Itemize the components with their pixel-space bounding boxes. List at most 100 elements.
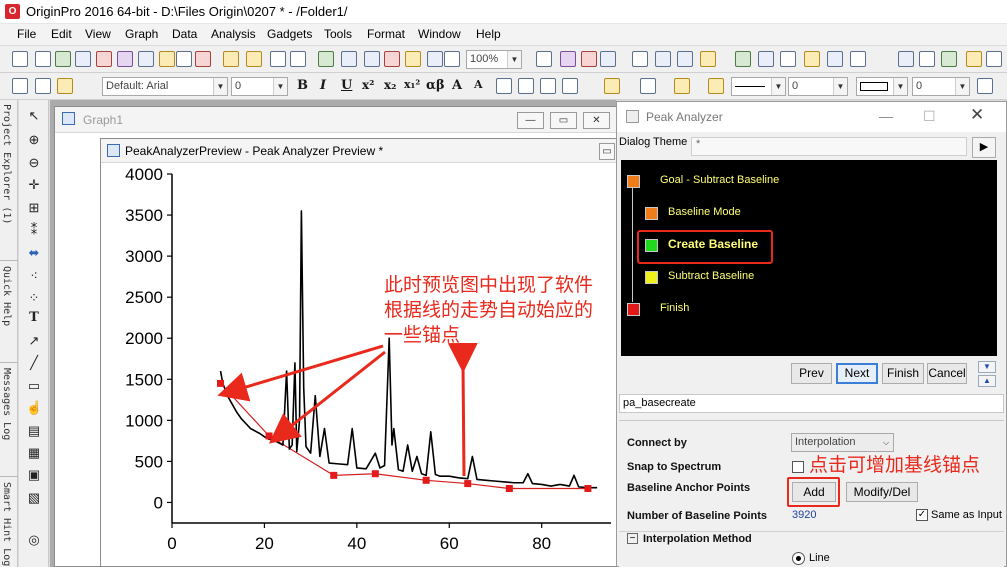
import-csv-icon[interactable]	[341, 51, 357, 67]
menu-graph[interactable]: Graph	[125, 27, 158, 41]
new-notes-icon[interactable]	[159, 51, 175, 67]
bold-button[interactable]: B	[297, 78, 308, 93]
tree-label-create-baseline[interactable]: Create Baseline	[668, 237, 758, 251]
tree-label-baseline-mode[interactable]: Baseline Mode	[668, 206, 741, 218]
node-create-baseline[interactable]	[645, 239, 658, 252]
greek-button[interactable]: αβ	[426, 78, 445, 93]
underline-button[interactable]: U	[341, 78, 352, 93]
line-radio[interactable]	[792, 552, 805, 565]
close-button[interactable]: ✕	[583, 112, 610, 129]
restore-button[interactable]: ▭	[599, 143, 615, 160]
tab-smart-hint-log[interactable]: Smart Hint Log	[1, 482, 12, 566]
baseline-preview-chart[interactable]: 0 500 1000 1500 2000 2500 3000 3500 4000 0 20 40 60…	[101, 164, 616, 566]
new-function-icon[interactable]	[117, 51, 133, 67]
dialog-titlebar[interactable]: Peak Analyzer — ☐ ✕	[617, 102, 1006, 132]
theme-menu-button[interactable]: ▶	[972, 137, 996, 158]
menu-window[interactable]: Window	[418, 27, 461, 41]
row-statistics-icon[interactable]	[919, 51, 935, 67]
command-window-icon[interactable]	[677, 51, 693, 67]
recalculate-icon[interactable]	[384, 51, 400, 67]
new-matrix-icon[interactable]	[75, 51, 91, 67]
scroll-up-icon[interactable]: ▲	[978, 375, 996, 387]
lock-icon[interactable]: ◎	[26, 532, 42, 548]
justify-icon[interactable]	[562, 78, 578, 94]
toolbar-more-icon[interactable]	[986, 51, 1002, 67]
export-graph-icon[interactable]	[581, 51, 597, 67]
import-wizard-icon[interactable]	[176, 51, 192, 67]
node-goal[interactable]	[627, 175, 640, 188]
insert-table-icon[interactable]: ▣	[26, 467, 42, 483]
tab-messages-log[interactable]: Messages Log	[1, 368, 12, 440]
digitizer-icon[interactable]	[427, 51, 443, 67]
line-tool-icon[interactable]: ╱	[26, 355, 42, 371]
fill-color-icon[interactable]	[604, 78, 620, 94]
modify-del-button[interactable]: Modify/Del	[846, 482, 918, 502]
collapse-icon[interactable]: −	[627, 533, 638, 544]
notes-icon[interactable]	[804, 51, 820, 67]
color-select[interactable]: 0 ▼	[912, 77, 970, 96]
tree-label-goal[interactable]: Goal - Subtract Baseline	[660, 174, 779, 186]
new-workbook-icon[interactable]	[35, 51, 51, 67]
prev-button[interactable]: Prev	[791, 363, 832, 384]
close-icon[interactable]: ✕	[970, 105, 984, 125]
maximize-icon[interactable]: ☐	[923, 108, 936, 125]
italic-button[interactable]: I	[320, 78, 326, 93]
menu-file[interactable]: File	[17, 27, 36, 41]
menu-gadgets[interactable]: Gadgets	[267, 27, 312, 41]
maximize-button[interactable]: ▭	[550, 112, 577, 129]
arrow-style-icon[interactable]	[977, 78, 993, 94]
new-project-icon[interactable]	[12, 51, 28, 67]
supersubscript-button[interactable]: x₁²	[404, 78, 420, 91]
menu-edit[interactable]: Edit	[51, 27, 72, 41]
node-baseline-mode[interactable]	[645, 207, 658, 220]
project-explorer-icon[interactable]	[735, 51, 751, 67]
data-cursor-icon[interactable]: ⁑	[26, 222, 42, 238]
run-icon[interactable]	[444, 51, 460, 67]
insert-image-icon[interactable]: ▧	[26, 490, 42, 506]
sort-icon[interactable]	[941, 51, 957, 67]
paste-icon[interactable]	[57, 78, 73, 94]
import-ascii-icon[interactable]	[364, 51, 380, 67]
pattern-icon[interactable]	[640, 78, 656, 94]
preview-window[interactable]: PeakAnalyzerPreview - Peak Analyzer Prev…	[100, 138, 617, 567]
set-values-icon[interactable]	[966, 51, 982, 67]
insert-graph-icon[interactable]: ▤	[26, 423, 42, 439]
tree-label-subtract-baseline[interactable]: Subtract Baseline	[668, 270, 754, 282]
insert-equation-icon[interactable]: ▦	[26, 445, 42, 461]
tab-project-explorer[interactable]: Project Explorer (1)	[1, 104, 12, 224]
menu-view[interactable]: View	[85, 27, 111, 41]
menu-tools[interactable]: Tools	[324, 27, 352, 41]
superscript-button[interactable]: x²	[362, 78, 374, 92]
import-excel-icon[interactable]	[318, 51, 334, 67]
batch-process-icon[interactable]	[405, 51, 421, 67]
minimize-icon[interactable]: —	[879, 108, 893, 124]
center-align-icon[interactable]	[518, 78, 534, 94]
add-button[interactable]: Add	[792, 482, 836, 502]
cut-icon[interactable]	[12, 78, 28, 94]
script-window-icon[interactable]	[700, 51, 716, 67]
node-subtract-baseline[interactable]	[645, 271, 658, 284]
new-layout-icon[interactable]	[138, 51, 154, 67]
dialog-theme-input[interactable]: *	[691, 137, 967, 156]
save-project-icon[interactable]	[270, 51, 286, 67]
arrow-tool-icon[interactable]: ↗	[26, 333, 42, 349]
region-tool-icon[interactable]: ☝	[26, 400, 42, 416]
tab-quick-help[interactable]: Quick Help	[1, 266, 12, 326]
open-icon[interactable]	[223, 51, 239, 67]
open-template-icon[interactable]	[246, 51, 262, 67]
increase-font-button[interactable]: A	[452, 78, 462, 93]
save-window-icon[interactable]	[290, 51, 306, 67]
object-manager-icon[interactable]	[780, 51, 796, 67]
new-worksheet-icon[interactable]	[55, 51, 71, 67]
pointer-icon[interactable]: ↖	[26, 108, 42, 124]
import-single-icon[interactable]	[195, 51, 211, 67]
copy-icon[interactable]	[35, 78, 51, 94]
right-align-icon[interactable]	[540, 78, 556, 94]
minimize-button[interactable]: —	[517, 112, 544, 129]
scroll-down-icon[interactable]: ▼	[978, 361, 996, 373]
code-builder-icon[interactable]	[632, 51, 648, 67]
copy-page-icon[interactable]	[560, 51, 576, 67]
learning-center-icon[interactable]	[850, 51, 866, 67]
node-finish[interactable]	[627, 303, 640, 316]
apps-icon[interactable]	[827, 51, 843, 67]
